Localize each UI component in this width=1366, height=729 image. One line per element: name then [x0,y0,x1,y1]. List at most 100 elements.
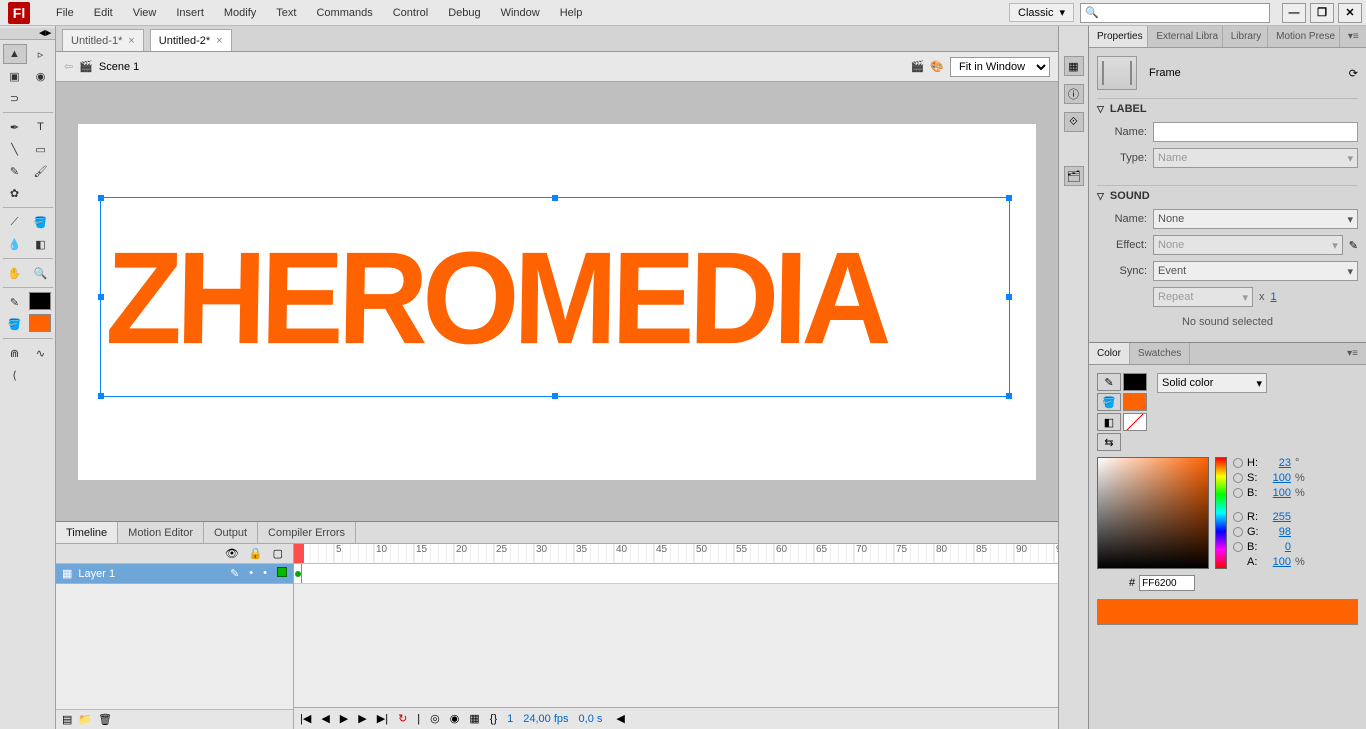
transform-panel-icon[interactable]: ⟐ [1064,112,1084,132]
sync-select[interactable]: Event▾ [1153,261,1358,281]
panel-menu-icon[interactable]: ▾≡ [1340,26,1366,47]
stage-text[interactable]: ZHEROMEDIA [105,233,1007,364]
timeline-ruler[interactable]: 15101520253035404550556065707580859095 [294,544,1058,564]
menu-view[interactable]: View [123,0,167,26]
subselection-tool[interactable]: ▹ [29,44,53,64]
label-name-input[interactable] [1153,122,1358,142]
stage[interactable]: ZHEROMEDIA [78,124,1036,480]
eye-icon[interactable]: 👁 [225,547,239,560]
menu-text[interactable]: Text [266,0,306,26]
onion-icon[interactable]: ◎ [430,712,440,725]
new-folder-icon[interactable]: 📁 [78,713,92,726]
eyedropper-tool[interactable]: 💧 [3,234,27,254]
rectangle-tool[interactable]: ▭ [29,139,53,159]
blue-value[interactable]: 0 [1265,541,1291,553]
window-maximize[interactable]: ❐ [1310,3,1334,23]
menu-control[interactable]: Control [383,0,438,26]
tab-ext-library[interactable]: External Libra [1148,26,1222,47]
zoom-select[interactable]: Fit in Window [950,57,1050,77]
first-frame-icon[interactable]: |◀ [300,712,311,725]
sound-select[interactable]: None▾ [1153,209,1358,229]
hue-bar[interactable] [1215,457,1227,569]
new-layer-icon[interactable]: ▤ [62,713,72,726]
color-sv-picker[interactable] [1097,457,1209,569]
sat-value[interactable]: 100 [1265,472,1291,484]
timeline-track[interactable] [294,564,1058,584]
label-section[interactable]: LABEL [1097,98,1358,119]
prev-frame-icon[interactable]: ◀ [321,712,329,725]
repeat-count[interactable]: 1 [1271,291,1277,303]
stroke-color[interactable]: ✎ [3,292,27,312]
frames-pane[interactable]: 15101520253035404550556065707580859095 |… [294,544,1058,729]
info-panel-icon[interactable]: ⓘ [1064,84,1084,104]
selection-tool[interactable]: ▲ [3,44,27,64]
hex-input[interactable] [1139,575,1195,591]
edit-symbols-icon[interactable]: 🎨 [930,60,944,73]
menu-insert[interactable]: Insert [166,0,214,26]
workspace-select[interactable]: Classic▾ [1009,3,1074,22]
snap-tool[interactable]: ⋒ [3,343,27,363]
sound-section[interactable]: SOUND [1097,185,1358,206]
search-field[interactable] [1103,7,1265,19]
tab-swatches[interactable]: Swatches [1130,343,1190,364]
layer-name[interactable]: Layer 1 [78,568,115,580]
bw-icon[interactable]: ◧ [1097,413,1121,431]
menu-file[interactable]: File [46,0,84,26]
menu-edit[interactable]: Edit [84,0,123,26]
swap-colors-icon[interactable]: ⇆ [1097,433,1121,451]
eraser-tool[interactable]: ◧ [29,234,53,254]
fill-tool-icon[interactable]: 🪣 [1097,393,1121,411]
menu-help[interactable]: Help [550,0,593,26]
no-color-icon[interactable] [1123,413,1147,431]
hue-value[interactable]: 23 [1265,457,1291,469]
menu-window[interactable]: Window [491,0,550,26]
onion-markers-icon[interactable]: {} [490,713,497,725]
deco-tool[interactable]: ✿ [3,183,27,203]
menu-modify[interactable]: Modify [214,0,266,26]
lasso-tool[interactable]: ⊃ [3,88,27,108]
red-value[interactable]: 255 [1265,511,1291,523]
tab-timeline[interactable]: Timeline [56,522,118,543]
circled-arrow-icon[interactable]: ⟳ [1349,67,1358,80]
tab-properties[interactable]: Properties [1089,26,1148,47]
stroke-color-swatch[interactable] [1123,373,1147,391]
menu-debug[interactable]: Debug [438,0,490,26]
tab-output[interactable]: Output [204,522,258,543]
loop-icon[interactable]: ↻ [398,712,407,725]
keyframe[interactable] [294,564,302,583]
tools-collapse[interactable]: ◀▶ [0,28,55,40]
alpha-value[interactable]: 100 [1265,556,1291,568]
doc-tab-1[interactable]: Untitled-1*× [62,29,144,51]
color-type-select[interactable]: Solid color▾ [1157,373,1267,393]
fill-swatch[interactable] [29,314,51,332]
paint-bucket-tool[interactable]: 🪣 [29,212,53,232]
close-icon[interactable]: × [216,35,222,47]
bri-value[interactable]: 100 [1265,487,1291,499]
stroke-swatch[interactable] [29,292,51,310]
pen-tool[interactable]: ✒ [3,117,27,137]
window-close[interactable]: ✕ [1338,3,1362,23]
tab-compiler-errors[interactable]: Compiler Errors [258,522,356,543]
line-tool[interactable]: ╲ [3,139,27,159]
text-tool[interactable]: T [29,117,53,137]
edit-scene-icon[interactable]: 🎬 [911,60,925,73]
menu-commands[interactable]: Commands [306,0,382,26]
label-type-select[interactable]: Name▾ [1153,148,1358,168]
brush-tool[interactable]: 🖌 [29,161,53,181]
tab-motion-editor[interactable]: Motion Editor [118,522,204,543]
edit-multiple-icon[interactable]: ▦ [469,712,479,725]
3d-rotation-tool[interactable]: ◉ [29,66,53,86]
layer-row[interactable]: ▦ Layer 1 ✎•• [56,564,293,584]
back-icon[interactable]: ⇦ [64,60,73,73]
window-minimize[interactable]: — [1282,3,1306,23]
scene-name[interactable]: Scene 1 [99,61,139,73]
stage-area[interactable]: ZHEROMEDIA [56,82,1058,521]
effect-select[interactable]: None▾ [1153,235,1343,255]
search-input[interactable]: 🔍 [1080,3,1270,23]
smooth-tool[interactable]: ∿ [29,343,53,363]
tab-motion-presets[interactable]: Motion Prese [1268,26,1340,47]
bone-tool[interactable]: ⟋ [3,212,27,232]
free-transform-tool[interactable]: ▣ [3,66,27,86]
zoom-tool[interactable]: 🔍 [29,263,53,283]
outline-icon[interactable]: ▢ [273,547,283,560]
